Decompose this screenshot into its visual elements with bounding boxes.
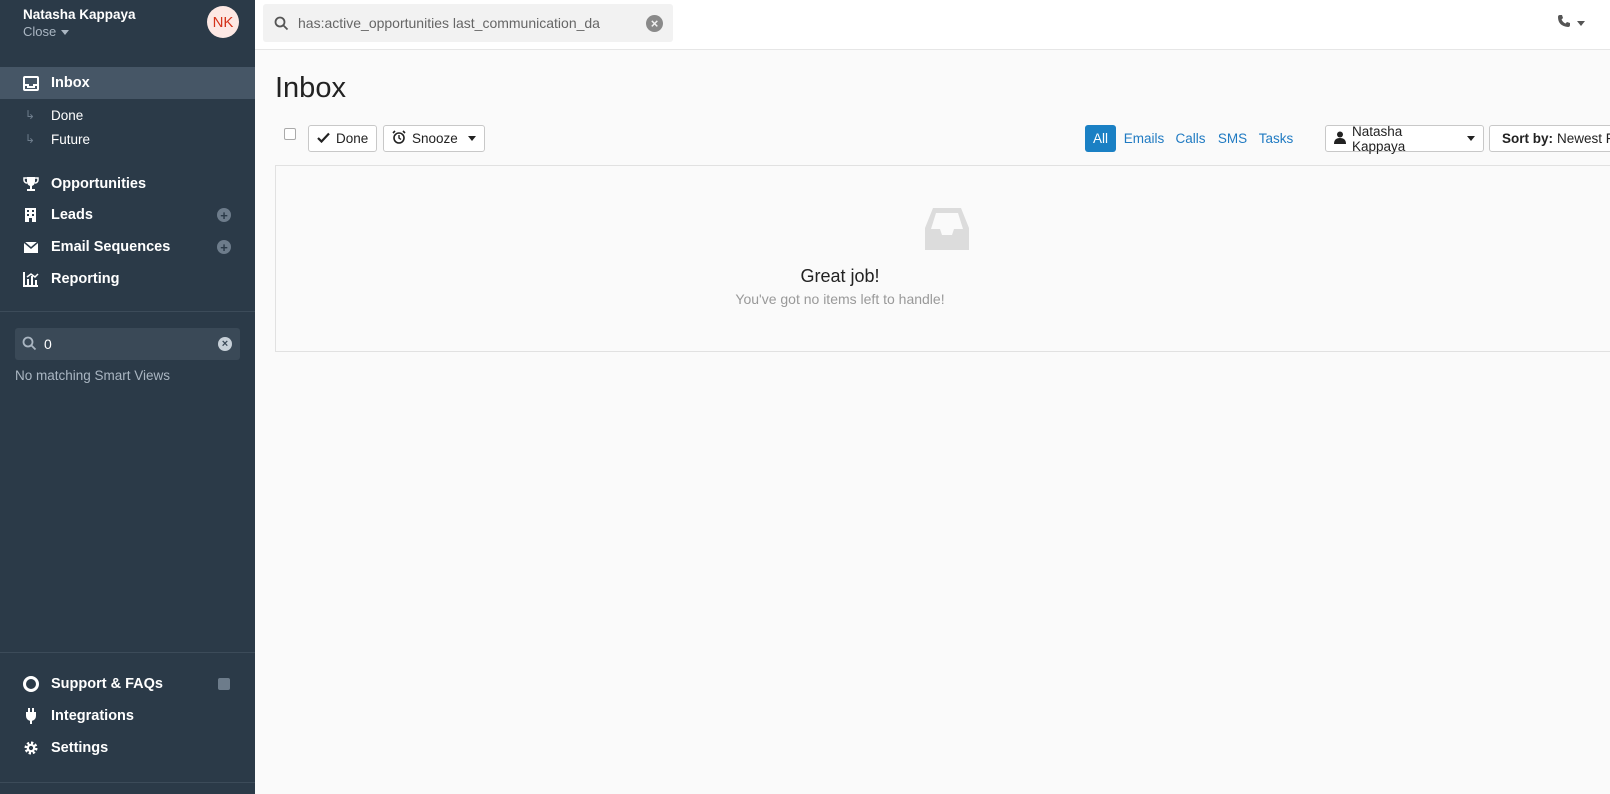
- sidebar-item-label: Inbox: [51, 75, 90, 91]
- chevron-down-icon: [61, 30, 70, 36]
- no-match-text: No matching Smart Views: [15, 368, 171, 383]
- smart-view-search: ×: [15, 328, 240, 360]
- filter-tasks[interactable]: Tasks: [1256, 125, 1296, 152]
- global-search: ×: [263, 4, 673, 42]
- sidebar-item-opportunities[interactable]: Opportunities: [0, 168, 255, 200]
- account-switcher[interactable]: Natasha Kappaya Close: [23, 7, 136, 39]
- user-filter-label: Natasha Kappaya: [1352, 123, 1406, 154]
- avatar[interactable]: NK: [207, 6, 239, 38]
- done-label: Done: [336, 131, 369, 146]
- sidebar-item-settings[interactable]: Settings: [0, 732, 255, 764]
- empty-state-title: Great job!: [800, 266, 880, 286]
- envelope-icon: [22, 239, 39, 256]
- phone-icon: [1557, 14, 1571, 33]
- filter-emails[interactable]: Emails: [1123, 125, 1165, 152]
- gear-icon: [22, 740, 39, 757]
- sidebar: Natasha Kappaya Close NK Inbox ↳ Done ↳ …: [0, 0, 255, 794]
- clear-search-icon[interactable]: ×: [218, 337, 232, 351]
- search-icon: [274, 16, 289, 36]
- sidebar-item-label: Opportunities: [51, 176, 147, 192]
- snooze-button[interactable]: Snooze: [383, 125, 485, 152]
- snooze-label: Snooze: [412, 131, 458, 146]
- filter-sms[interactable]: SMS: [1216, 125, 1249, 152]
- add-sequence-icon[interactable]: +: [217, 240, 231, 254]
- chevron-down-icon: [1467, 136, 1475, 141]
- sidebar-item-inbox[interactable]: Inbox: [0, 67, 255, 99]
- done-button[interactable]: Done: [308, 125, 378, 152]
- sidebar-divider: [0, 782, 255, 783]
- building-icon: [22, 207, 39, 224]
- add-lead-icon[interactable]: +: [217, 208, 231, 222]
- inbox-tray-icon: [925, 208, 969, 255]
- checkmark-icon: [317, 131, 330, 146]
- sidebar-item-label: Settings: [51, 740, 109, 756]
- phone-menu[interactable]: [1557, 14, 1585, 33]
- sidebar-subitem-label: Done: [51, 107, 84, 123]
- sidebar-item-label: Email Sequences: [51, 239, 171, 255]
- org-label: Close: [23, 24, 57, 39]
- account-name: Natasha Kappaya: [23, 7, 136, 22]
- subitem-arrow-icon: ↳: [25, 132, 36, 146]
- sidebar-item-label: Support & FAQs: [51, 676, 163, 692]
- sidebar-subitem-label: Future: [51, 131, 91, 147]
- sidebar-divider: [0, 652, 255, 653]
- page-title: Inbox: [275, 72, 346, 104]
- smart-view-search-input[interactable]: [44, 328, 214, 360]
- user-icon: [1334, 131, 1346, 147]
- sidebar-subitem-future[interactable]: ↳ Future: [0, 128, 255, 150]
- alarm-clock-icon: [392, 130, 406, 147]
- sidebar-divider: [0, 311, 255, 312]
- empty-state-panel: [275, 165, 1610, 352]
- clear-search-icon[interactable]: ×: [646, 15, 663, 32]
- filter-all[interactable]: All: [1085, 125, 1116, 152]
- empty-state-subtitle: You've got no items left to handle!: [735, 291, 945, 307]
- search-icon: [22, 336, 37, 356]
- sidebar-item-support[interactable]: Support & FAQs: [0, 668, 255, 700]
- sort-value: Newest F: [1557, 131, 1610, 146]
- sidebar-item-label: Leads: [51, 207, 93, 223]
- external-link-icon: [218, 678, 230, 690]
- sidebar-subitem-done[interactable]: ↳ Done: [0, 104, 255, 126]
- topbar: ×: [255, 0, 1610, 50]
- subitem-arrow-icon: ↳: [25, 108, 36, 122]
- sidebar-item-integrations[interactable]: Integrations: [0, 700, 255, 732]
- organization-name[interactable]: Close: [23, 24, 136, 39]
- user-filter-dropdown[interactable]: Natasha Kappaya: [1325, 123, 1484, 154]
- chevron-down-icon: [467, 136, 476, 141]
- chevron-down-icon: [1577, 21, 1585, 26]
- inbox-icon: [22, 75, 39, 92]
- sidebar-item-leads[interactable]: Leads +: [0, 199, 255, 231]
- sidebar-item-email-sequences[interactable]: Email Sequences +: [0, 231, 255, 263]
- sort-dropdown[interactable]: Sort by: Newest F: [1489, 125, 1610, 152]
- sidebar-item-label: Integrations: [51, 708, 134, 724]
- plug-icon: [22, 708, 39, 725]
- filter-calls[interactable]: Calls: [1173, 125, 1208, 152]
- global-search-input[interactable]: [298, 4, 634, 42]
- select-all-checkbox[interactable]: [284, 128, 296, 140]
- main-content: Inbox Done Snooze All Emails Calls SMS T…: [255, 50, 1610, 794]
- lifebuoy-icon: [22, 676, 39, 693]
- trophy-icon: [22, 176, 39, 193]
- sort-label: Sort by:: [1502, 131, 1554, 146]
